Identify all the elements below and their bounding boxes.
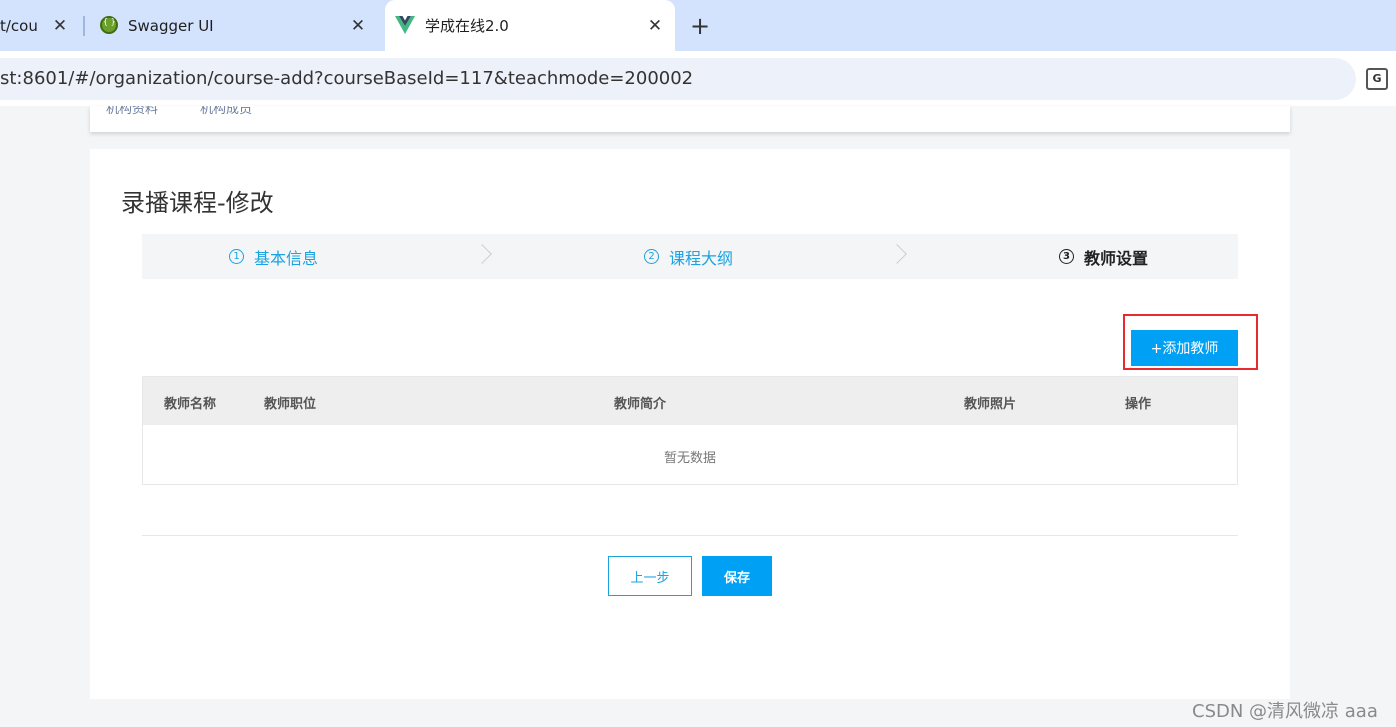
- tab-title: t/cou: [0, 16, 38, 35]
- swagger-favicon-icon: [100, 16, 118, 34]
- url-text[interactable]: st:8601/#/organization/course-add?course…: [0, 68, 693, 89]
- step-outline[interactable]: 2 课程大纲: [644, 234, 733, 279]
- page-title: 录播课程-修改: [121, 189, 274, 217]
- table-header: 教师名称 教师职位 教师简介 教师照片 操作: [143, 377, 1237, 425]
- add-teacher-button[interactable]: +添加教师: [1131, 330, 1238, 366]
- step-basic-info[interactable]: 1 基本信息: [229, 234, 318, 279]
- new-tab-button[interactable]: +: [690, 12, 710, 40]
- step-label: 教师设置: [1084, 248, 1149, 268]
- step-number: 1: [229, 249, 244, 264]
- step-number: 2: [644, 249, 659, 264]
- org-nav-card: 机构资料 机构成员: [90, 106, 1290, 132]
- step-bar: 1 基本信息 2 课程大纲 3 教师设置: [142, 234, 1238, 279]
- close-icon[interactable]: ✕: [50, 16, 70, 36]
- vue-favicon-icon: [395, 16, 415, 34]
- browser-tab-active[interactable]: 学成在线2.0 ✕: [385, 0, 675, 51]
- save-button[interactable]: 保存: [702, 556, 772, 596]
- column-header-actions: 操作: [1125, 397, 1152, 412]
- tab-separator: [83, 16, 85, 36]
- watermark: CSDN @清风微凉 aaa: [1192, 701, 1378, 722]
- translate-icon[interactable]: G: [1366, 68, 1388, 90]
- column-header-photo: 教师照片: [964, 397, 1017, 412]
- table-empty-text: 暂无数据: [663, 451, 716, 466]
- tab-title: Swagger UI: [128, 16, 214, 35]
- nav-item-org-info[interactable]: 机构资料: [106, 106, 158, 117]
- step-number: 3: [1059, 249, 1074, 264]
- close-icon[interactable]: ✕: [348, 16, 368, 36]
- tab-title: 学成在线2.0: [425, 17, 509, 35]
- close-icon[interactable]: ✕: [645, 16, 665, 36]
- chevron-right-icon: [472, 244, 492, 264]
- previous-step-button[interactable]: 上一步: [608, 556, 692, 596]
- column-header-intro: 教师简介: [614, 397, 667, 412]
- column-header-name: 教师名称: [164, 397, 217, 412]
- course-edit-card: 录播课程-修改 1 基本信息 2 课程大纲 3 教师设置 +添加教师 教师名称 …: [90, 149, 1290, 699]
- nav-item-org-members[interactable]: 机构成员: [200, 106, 252, 117]
- step-label: 基本信息: [254, 248, 319, 268]
- column-header-position: 教师职位: [264, 397, 317, 412]
- step-label: 课程大纲: [669, 248, 734, 268]
- browser-tab-1[interactable]: t/cou ✕: [0, 0, 80, 51]
- browser-tab-swagger[interactable]: Swagger UI ✕: [90, 0, 380, 51]
- address-bar[interactable]: st:8601/#/organization/course-add?course…: [0, 58, 1356, 100]
- browser-toolbar: st:8601/#/organization/course-add?course…: [0, 51, 1396, 106]
- divider: [142, 535, 1238, 536]
- chevron-right-icon: [887, 244, 907, 264]
- browser-tab-strip: t/cou ✕ Swagger UI ✕ 学成在线2.0 ✕ +: [0, 0, 1396, 51]
- teacher-table: 教师名称 教师职位 教师简介 教师照片 操作 暂无数据: [142, 376, 1238, 485]
- step-teacher-settings[interactable]: 3 教师设置: [1059, 234, 1148, 279]
